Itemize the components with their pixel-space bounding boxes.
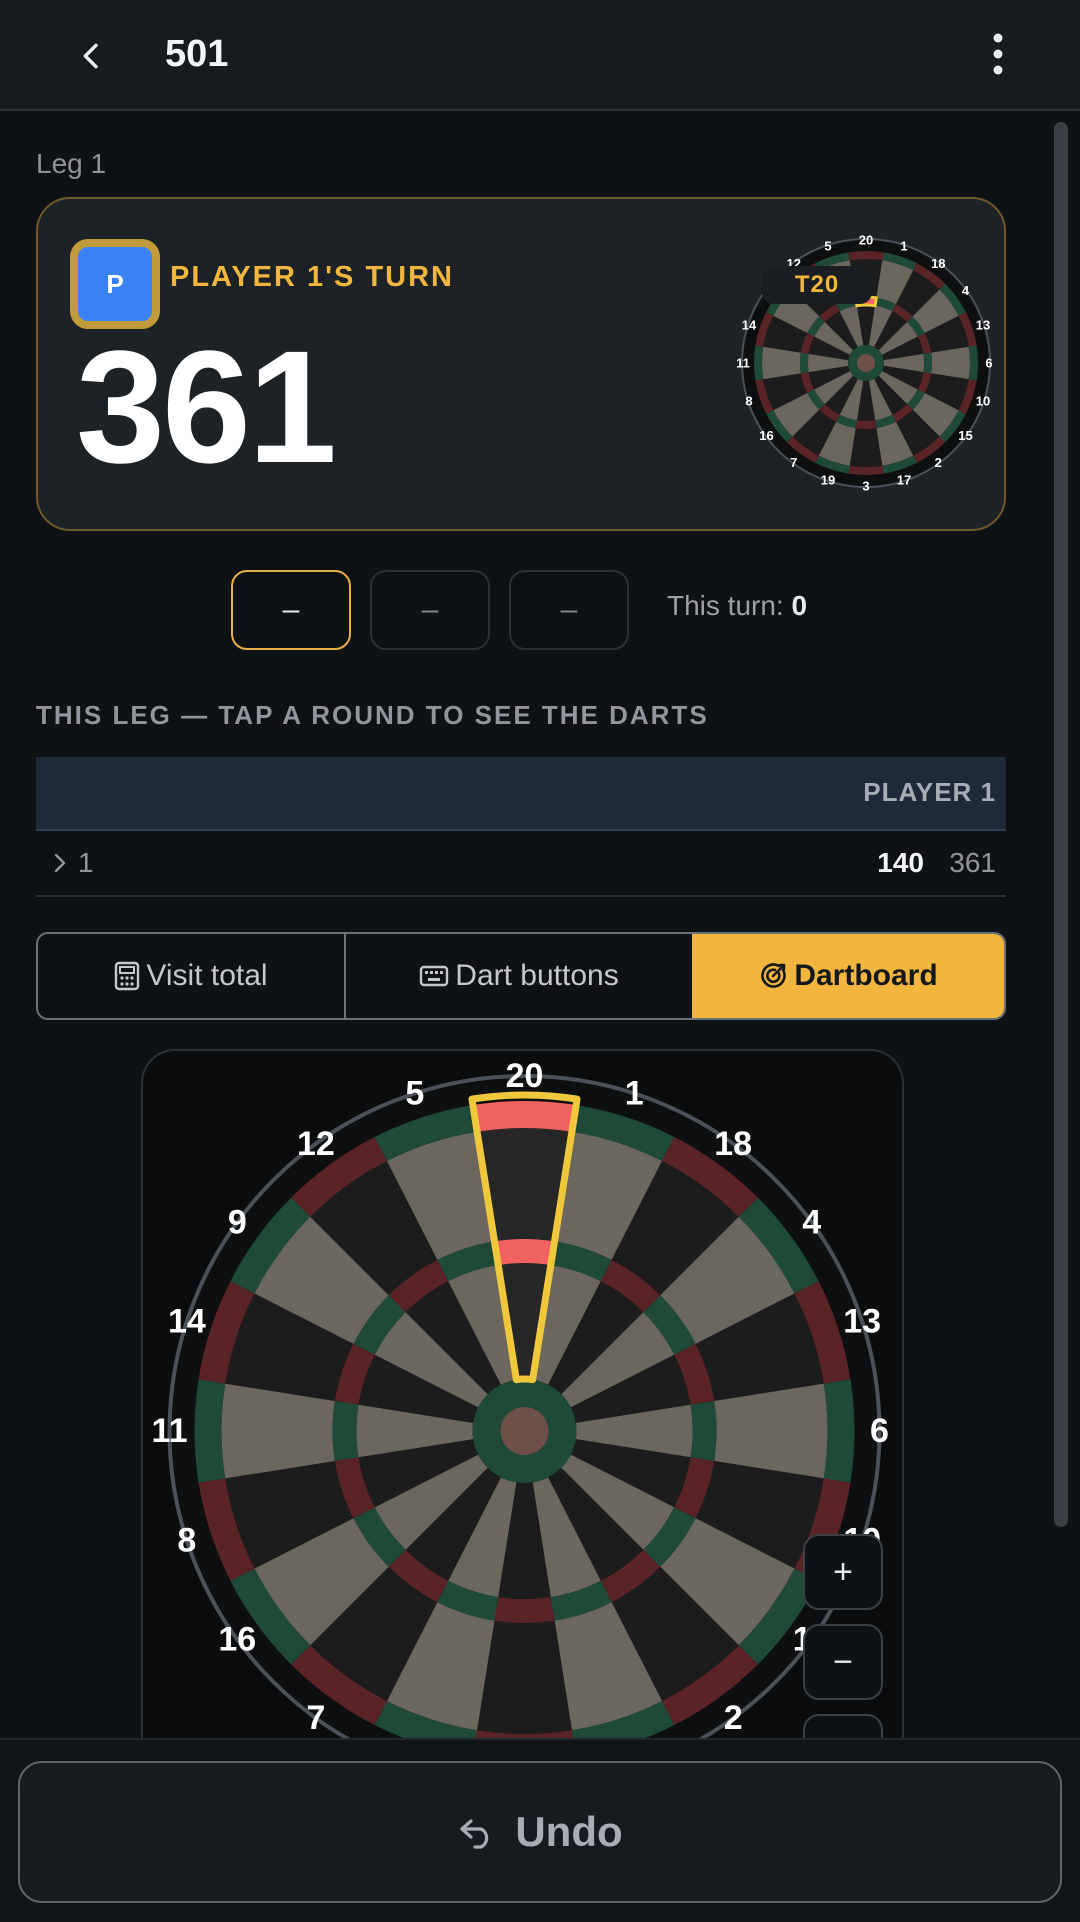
back-button[interactable]: [62, 26, 122, 86]
board-number-label: 2: [935, 455, 942, 470]
rounds-table-header: PLAYER 1: [36, 757, 1006, 831]
undo-button[interactable]: Undo: [18, 1761, 1062, 1903]
dartboard[interactable]: 2011841361015217319716811149125: [143, 1051, 904, 1769]
mode-visit-total-label: Visit total: [146, 959, 268, 992]
zoom-in-button[interactable]: +: [803, 1534, 883, 1610]
chevron-right-icon: [54, 853, 66, 873]
segment-triple-6[interactable]: [923, 352, 932, 374]
segment-double-6[interactable]: [823, 1379, 855, 1483]
board-number-label: 9: [228, 1203, 247, 1241]
board-number-label: 15: [958, 428, 972, 443]
this-turn-total: This turn: 0: [667, 590, 807, 622]
board-number-label: 7: [790, 455, 797, 470]
input-mode-toggle: Visit total Dart buttons Dartboard: [36, 932, 1006, 1020]
turn-card: P PLAYER 1'S TURN 361 20 1 18 4 13 6 10 15 2 17 3 1…: [36, 197, 1006, 531]
board-number-label: 12: [297, 1125, 335, 1163]
board-number-label: 1: [625, 1074, 644, 1112]
dartboard-panel: 2011841361015217319716811149125: [141, 1049, 904, 1769]
overflow-menu-button[interactable]: [970, 26, 1026, 82]
bullseye[interactable]: [857, 354, 875, 372]
segment-double-11[interactable]: [194, 1379, 226, 1483]
board-number-label: 5: [405, 1074, 424, 1112]
mode-dart-buttons-label: Dart buttons: [455, 959, 619, 992]
bottom-bar: Undo: [0, 1738, 1080, 1922]
target-preview-dartboard: 2011841361015217319716811149125: [736, 233, 992, 494]
highlight-triple: [494, 1239, 555, 1266]
board-number-label: 3: [862, 479, 869, 494]
dart-slot-3[interactable]: –: [509, 570, 629, 650]
board-number-label: 11: [152, 1412, 188, 1450]
board-number-label: 7: [306, 1699, 325, 1737]
board-number-label: 16: [218, 1621, 256, 1659]
undo-label: Undo: [515, 1808, 623, 1855]
board-number-label: 2: [724, 1699, 743, 1737]
app-bar: 501: [0, 0, 1080, 111]
leg-label: Leg 1: [36, 148, 107, 179]
board-number-label: 5: [824, 239, 831, 254]
board-number-label: 6: [985, 356, 992, 371]
round-remaining: 361: [949, 847, 996, 878]
this-turn-value: 0: [791, 590, 808, 621]
mode-dart-buttons[interactable]: Dart buttons: [346, 934, 692, 1018]
more-vertical-icon: [993, 33, 1003, 75]
board-number-label: 8: [177, 1522, 196, 1560]
board-number-label: 18: [931, 256, 945, 271]
column-player: PLAYER 1: [863, 777, 996, 807]
board-number-label: 19: [821, 472, 835, 487]
mode-visit-total[interactable]: Visit total: [38, 934, 346, 1018]
board-number-label: 18: [714, 1125, 752, 1163]
segment-double-11[interactable]: [754, 345, 764, 381]
turn-label: PLAYER 1'S TURN: [170, 261, 454, 293]
mode-dartboard[interactable]: Dartboard: [692, 934, 1004, 1018]
keyboard-icon: [420, 965, 449, 987]
board-number-label: 11: [736, 356, 750, 371]
calculator-icon: [115, 961, 140, 991]
board-number-label: 1: [900, 239, 907, 254]
board-number-label: 4: [962, 283, 970, 298]
segment-triple-3[interactable]: [494, 1596, 555, 1623]
rounds-heading: THIS LEG — TAP A ROUND TO SEE THE DARTS: [36, 700, 709, 730]
board-number-label: 20: [859, 233, 873, 248]
board-number-label: 14: [742, 317, 757, 332]
board-number-label: 20: [506, 1057, 544, 1095]
dart-slot-2[interactable]: –: [370, 570, 490, 650]
segment-double-20[interactable]: [848, 251, 884, 261]
segment-triple-3[interactable]: [855, 420, 877, 429]
board-number-label: 6: [870, 1412, 889, 1450]
board-number-label: 17: [897, 472, 911, 487]
rounds-table: PLAYER 1 1 140 361: [36, 757, 1006, 897]
highlight-double: [472, 1101, 577, 1132]
target-icon: [761, 963, 787, 988]
mode-dartboard-label: Dartboard: [794, 959, 938, 992]
segment-double-6[interactable]: [968, 345, 978, 381]
target-badge: T20: [762, 266, 872, 304]
segment-double-3[interactable]: [848, 465, 884, 475]
this-turn-label: This turn:: [667, 590, 784, 621]
zoom-out-button[interactable]: −: [803, 1624, 883, 1700]
board-number-label: 13: [843, 1302, 881, 1340]
round-number: 1: [78, 847, 94, 878]
board-number-label: 10: [976, 394, 990, 409]
round-score: 140: [877, 847, 924, 878]
board-number-label: 14: [168, 1302, 206, 1340]
bullseye[interactable]: [500, 1407, 549, 1455]
player-avatar: P: [70, 239, 160, 329]
segment-triple-11[interactable]: [332, 1400, 359, 1462]
segment-triple-6[interactable]: [690, 1400, 717, 1462]
chevron-left-icon: [83, 43, 98, 69]
scrollbar[interactable]: [1054, 122, 1068, 1527]
page-title: 501: [165, 33, 229, 75]
board-number-label: 16: [759, 428, 773, 443]
table-row[interactable]: 1 140 361: [36, 831, 1006, 897]
board-number-label: 8: [745, 394, 752, 409]
remaining-score: 361: [76, 317, 337, 496]
segment-triple-11[interactable]: [800, 352, 809, 374]
dart-slot-1[interactable]: –: [231, 570, 351, 650]
board-number-label: 4: [802, 1203, 821, 1241]
board-number-label: 13: [976, 317, 990, 332]
undo-icon: [460, 1819, 489, 1849]
